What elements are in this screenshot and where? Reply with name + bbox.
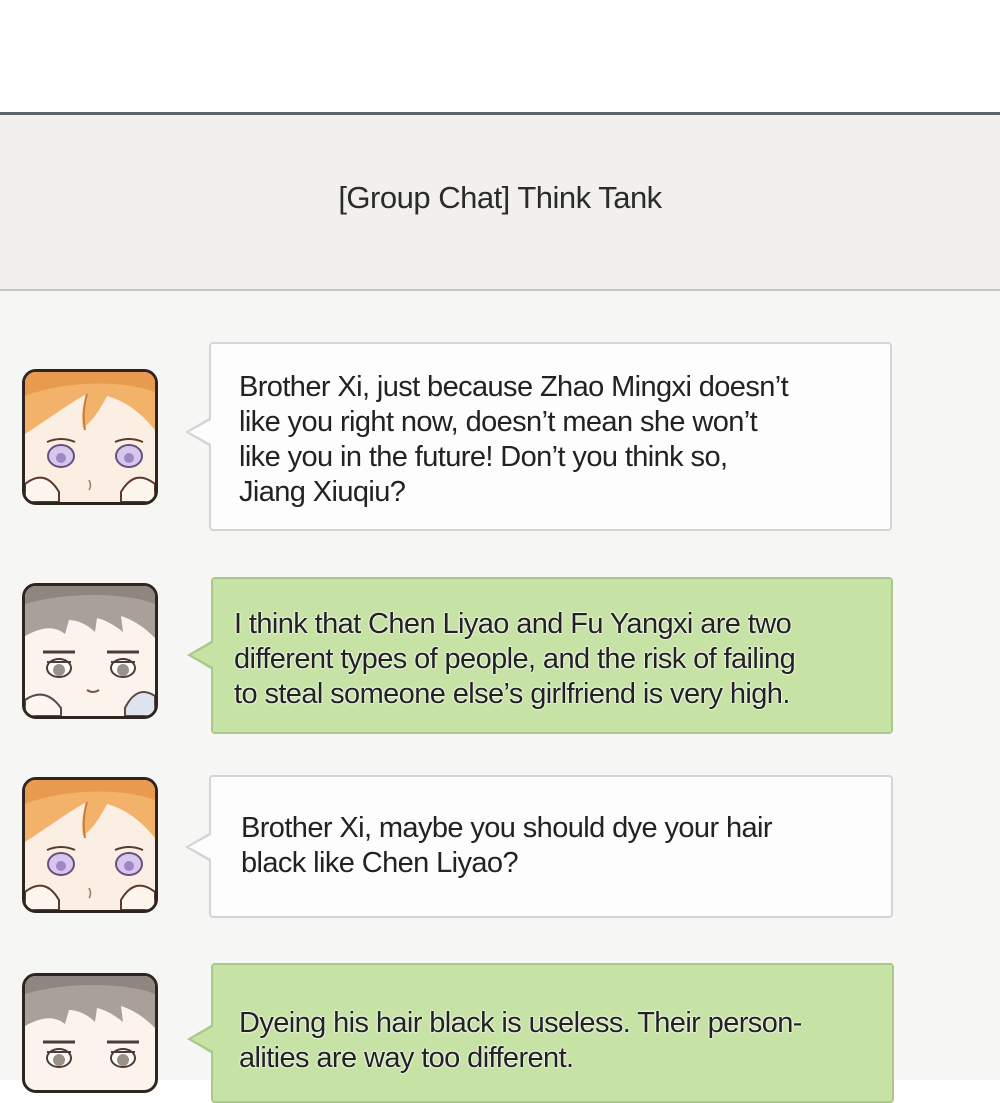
- orange-hair-avatar[interactable]: [22, 369, 158, 505]
- message-text: Dyeing his hair black is useless. Their …: [239, 1007, 802, 1074]
- message-bubble-received[interactable]: Brother Xi, just because Zhao Mingxi doe…: [185, 342, 892, 531]
- bubble-tail-fill: [191, 643, 213, 667]
- message-bubble-received[interactable]: Brother Xi, maybe you should dye your ha…: [185, 775, 893, 918]
- top-blank-area: [0, 0, 1000, 112]
- bubble-tail-fill: [189, 835, 211, 859]
- bubble-tail-fill: [189, 420, 211, 444]
- brown-hair-avatar[interactable]: [22, 583, 158, 719]
- message-bubble-sent[interactable]: I think that Chen Liyao and Fu Yangxi ar…: [187, 577, 893, 734]
- message-text: I think that Chen Liyao and Fu Yangxi ar…: [234, 608, 796, 710]
- brown-hair-avatar[interactable]: [22, 973, 158, 1093]
- orange-hair-avatar[interactable]: [22, 777, 158, 913]
- message-bubble-sent[interactable]: Dyeing his hair black is useless. Their …: [187, 963, 894, 1103]
- chat-title: [Group Chat] Think Tank: [338, 180, 662, 215]
- message-text: Brother Xi, just because Zhao Mingxi doe…: [239, 371, 789, 508]
- message-text: Brother Xi, maybe you should dye your ha…: [241, 812, 773, 879]
- bubble-tail-fill: [191, 1027, 213, 1051]
